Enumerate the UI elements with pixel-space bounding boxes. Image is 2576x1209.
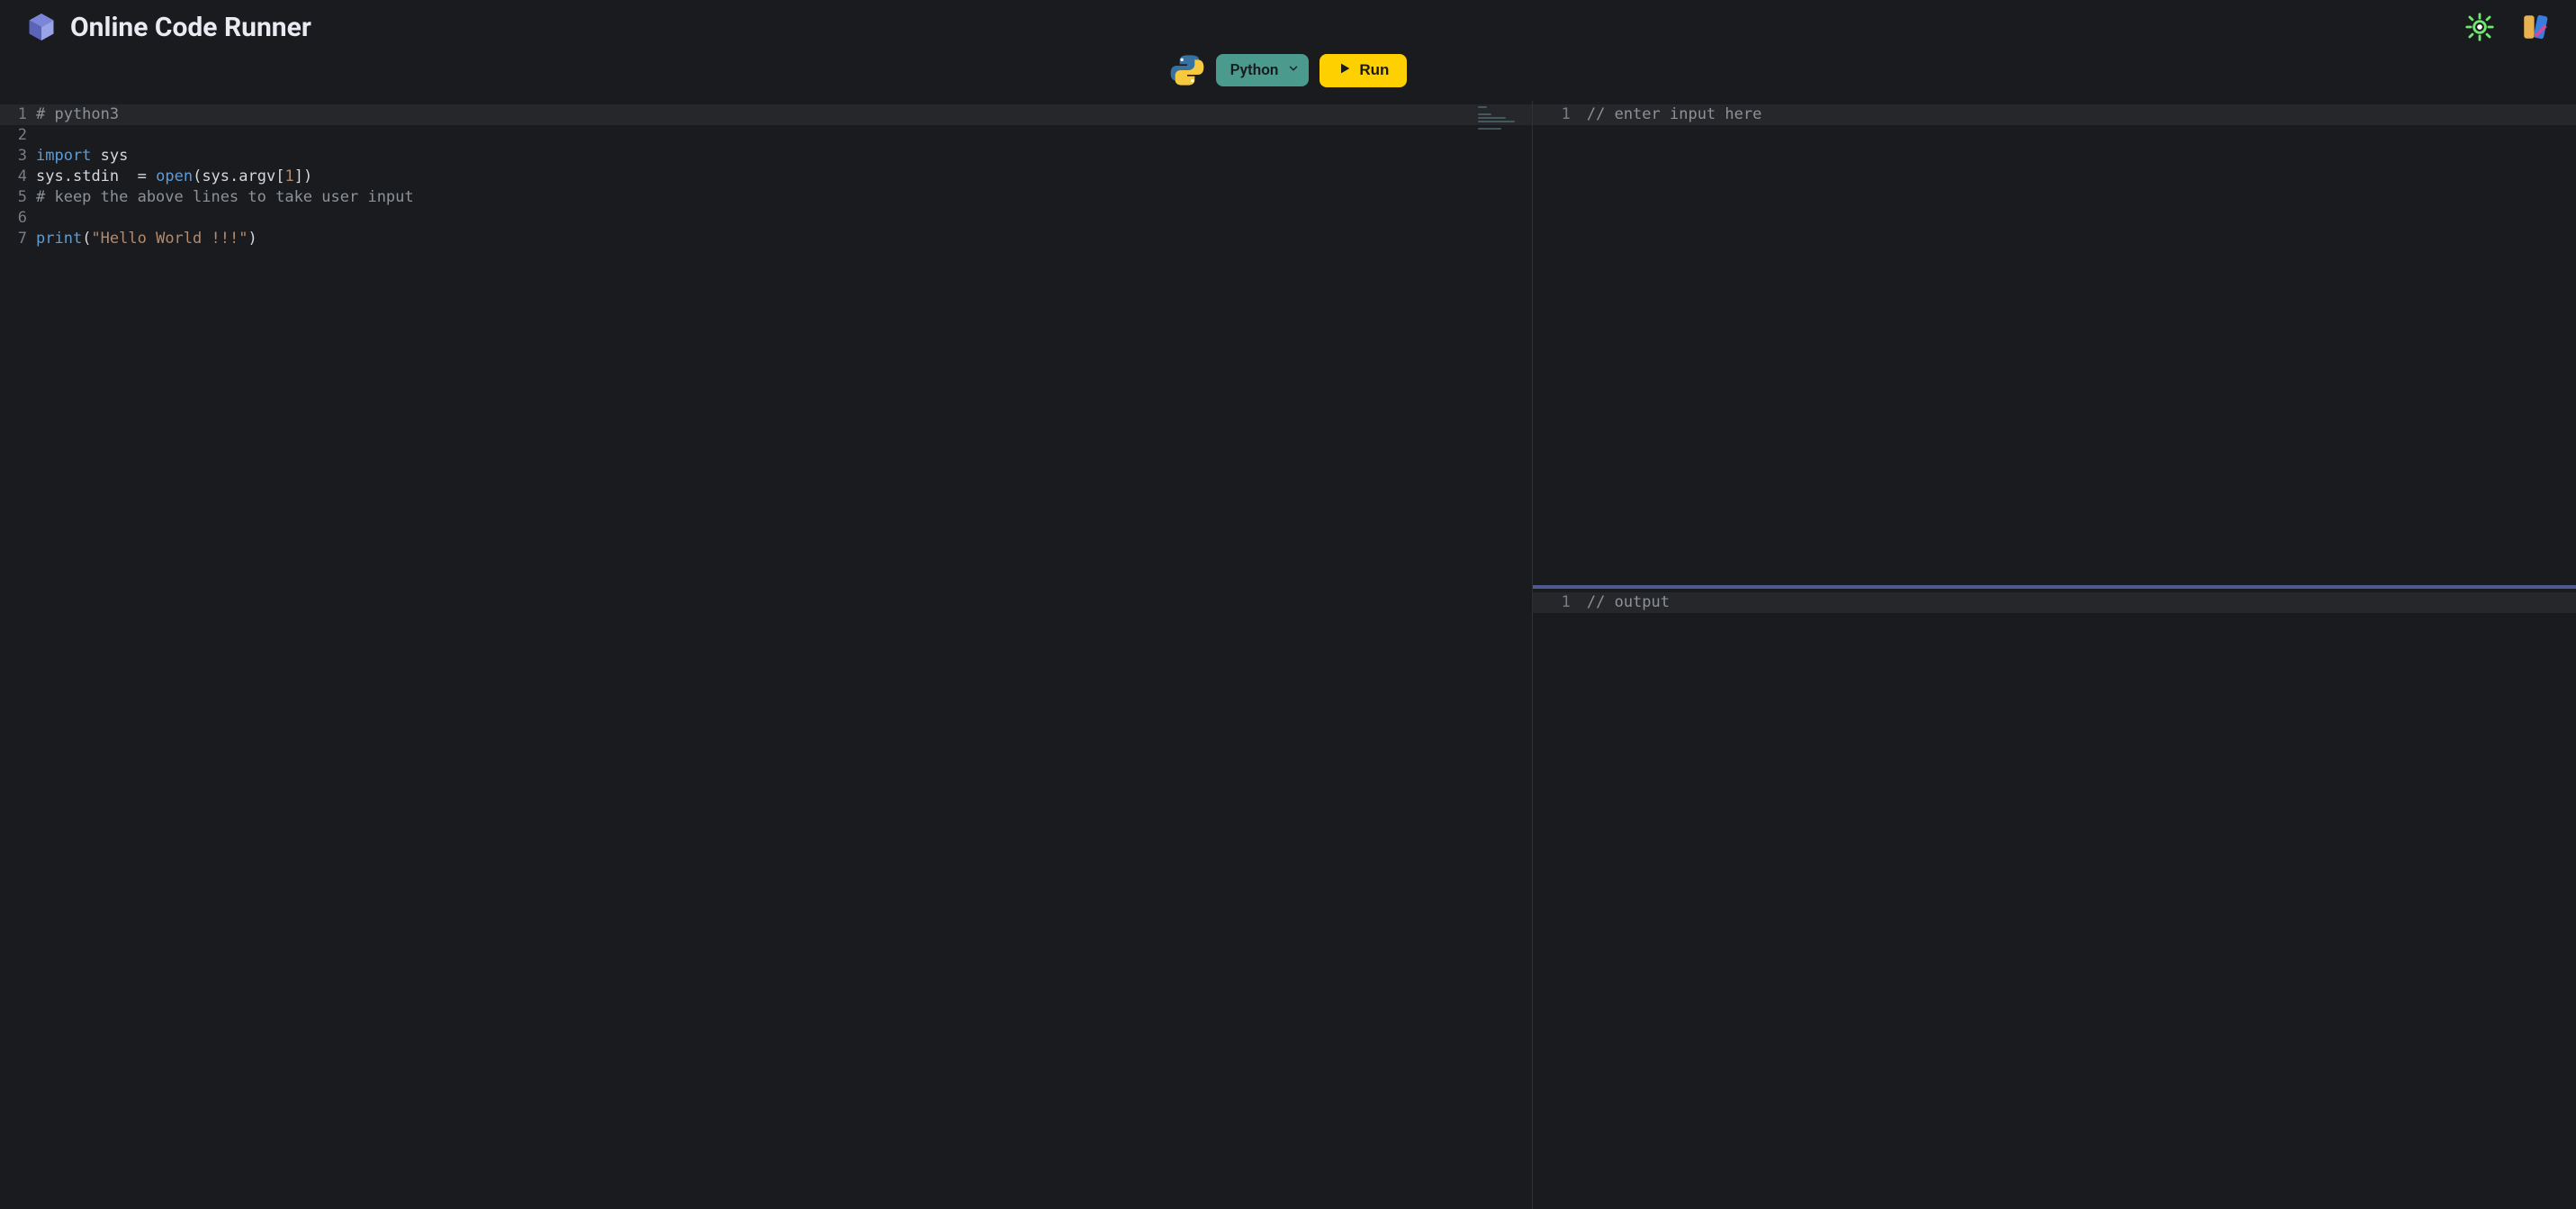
logo-cube-icon xyxy=(25,11,58,43)
right-column: 1// enter input here 1// output xyxy=(1533,101,2576,1209)
language-select-label: Python xyxy=(1230,61,1279,79)
app-root: Online Code Runner xyxy=(0,0,2576,1209)
line-content: // enter input here xyxy=(1587,104,1761,125)
line-number: 2 xyxy=(0,125,36,146)
code-line: 7print("Hello World !!!") xyxy=(0,229,1532,249)
output-editor[interactable]: 1// output xyxy=(1533,589,2576,1209)
chevron-down-icon xyxy=(1287,61,1300,79)
code-line: 6 xyxy=(0,208,1532,229)
code-line: 5# keep the above lines to take user inp… xyxy=(0,187,1532,208)
language-select[interactable]: Python xyxy=(1216,54,1310,86)
play-icon xyxy=(1338,61,1352,80)
line-content: # python3 xyxy=(36,104,119,125)
line-content: print("Hello World !!!") xyxy=(36,229,257,249)
brand: Online Code Runner xyxy=(25,11,311,43)
line-number: 6 xyxy=(0,208,36,229)
line-number: 1 xyxy=(1533,104,1587,125)
line-content: import sys xyxy=(36,146,128,167)
python-logo-icon xyxy=(1169,52,1205,88)
line-content: // output xyxy=(1587,592,1670,613)
code-line: 1# python3 xyxy=(0,104,1532,125)
code-line: 1// output xyxy=(1533,592,2576,613)
code-editor[interactable]: 1# python323import sys4sys.stdin = open(… xyxy=(0,101,1532,1209)
code-line: 4sys.stdin = open(sys.argv[1]) xyxy=(0,167,1532,187)
toolbar: Python Run xyxy=(0,49,2576,101)
run-button[interactable]: Run xyxy=(1320,54,1407,87)
theme-sun-icon[interactable] xyxy=(2464,12,2495,42)
header: Online Code Runner xyxy=(0,0,2576,49)
line-number: 3 xyxy=(0,146,36,167)
code-line: 3import sys xyxy=(0,146,1532,167)
palette-icon[interactable] xyxy=(2520,12,2551,42)
line-number: 4 xyxy=(0,167,36,187)
line-number: 1 xyxy=(1533,592,1587,613)
line-number: 1 xyxy=(0,104,36,125)
panes: 1# python323import sys4sys.stdin = open(… xyxy=(0,101,2576,1209)
code-editor-pane: 1# python323import sys4sys.stdin = open(… xyxy=(0,101,1533,1209)
input-editor[interactable]: 1// enter input here xyxy=(1533,101,2576,585)
line-content: # keep the above lines to take user inpu… xyxy=(36,187,414,208)
line-number: 5 xyxy=(0,187,36,208)
line-content: sys.stdin = open(sys.argv[1]) xyxy=(36,167,312,187)
code-line: 1// enter input here xyxy=(1533,104,2576,125)
app-title: Online Code Runner xyxy=(70,12,311,43)
input-pane: 1// enter input here xyxy=(1533,101,2576,589)
run-button-label: Run xyxy=(1359,61,1389,79)
line-number: 7 xyxy=(0,229,36,249)
output-pane: 1// output xyxy=(1533,589,2576,1209)
code-line: 2 xyxy=(0,125,1532,146)
header-actions xyxy=(2464,12,2551,42)
